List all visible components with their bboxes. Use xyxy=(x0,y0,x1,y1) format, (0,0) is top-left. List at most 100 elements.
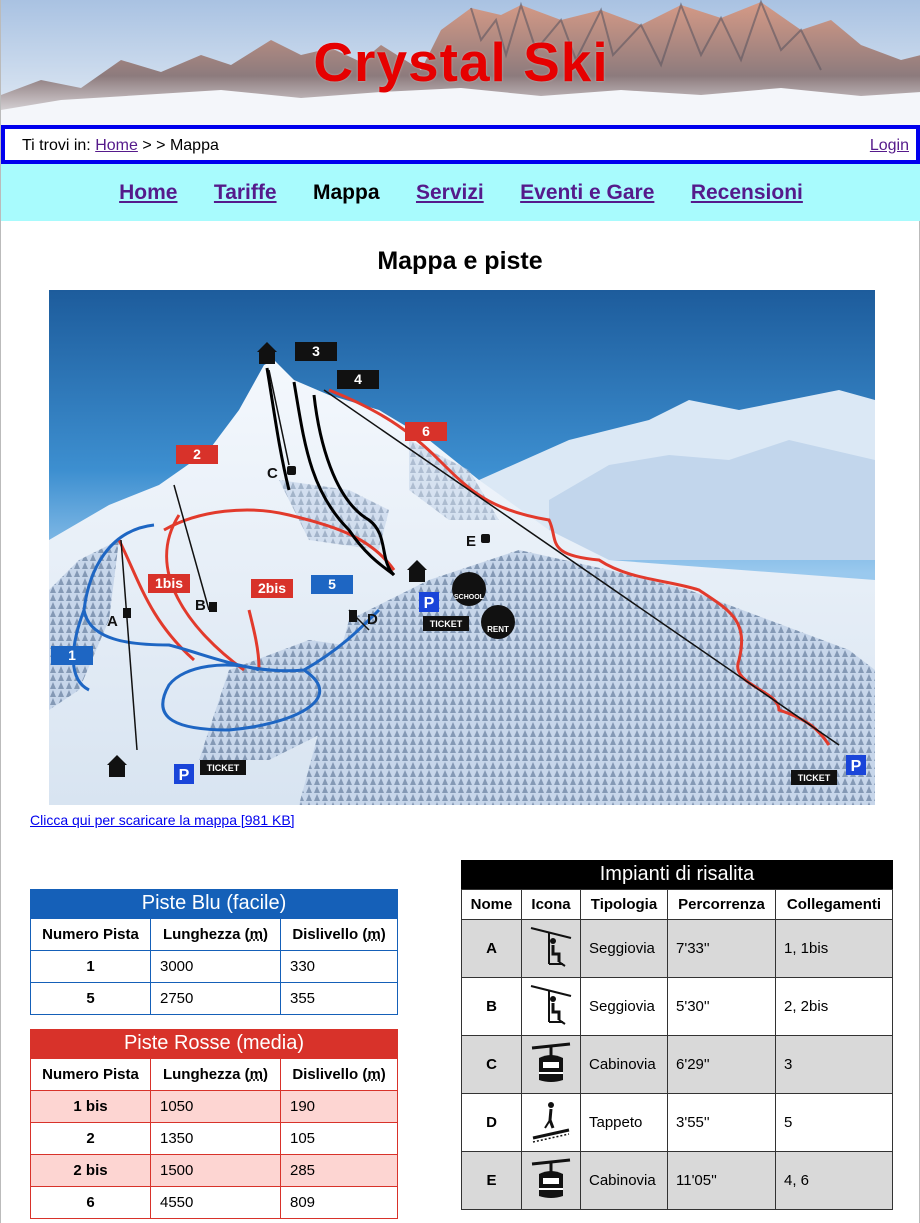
map-label-piste-1bis: 1bis xyxy=(155,575,183,591)
svg-text:TICKET: TICKET xyxy=(207,763,240,773)
piste-length: 3000 xyxy=(150,950,281,983)
breadcrumb-prefix: Ti trovi in: xyxy=(22,137,91,154)
nav-item-recensioni[interactable]: Recensioni xyxy=(691,181,803,205)
column-header-elevation: Dislivello (m) xyxy=(280,1058,398,1091)
lift-type: Tappeto xyxy=(580,1093,668,1152)
column-header-number: Numero Pista xyxy=(30,1058,151,1091)
table-header-row: Numero Pista Lunghezza (m) Dislivello (m… xyxy=(30,1058,398,1091)
lift-duration: 7'33'' xyxy=(667,919,776,978)
column-header-icon: Icona xyxy=(521,889,581,920)
lift-duration: 6'29'' xyxy=(667,1035,776,1094)
map-label-lift-b: B xyxy=(195,597,206,614)
piste-elevation: 330 xyxy=(280,950,398,983)
piste-number: 2 bis xyxy=(30,1154,151,1187)
svg-text:RENT: RENT xyxy=(487,625,509,634)
conveyor-icon xyxy=(532,1101,570,1143)
school-icon: SCHOOL xyxy=(452,572,486,606)
main-nav: Home Tariffe Mappa Servizi Eventi e Gare… xyxy=(1,164,920,221)
map-label-piste-2: 2 xyxy=(193,446,201,462)
chairlift-icon xyxy=(530,984,572,1025)
red-pistes-table: Piste Rosse (media) Numero Pista Lunghez… xyxy=(30,1029,398,1219)
lift-connections: 1, 1bis xyxy=(775,919,893,978)
download-map-link[interactable]: Clicca qui per scaricare la mappa [981 K… xyxy=(30,812,295,828)
lifts-caption: Impianti di risalita xyxy=(461,860,893,889)
blue-pistes-caption: Piste Blu (facile) xyxy=(30,889,398,918)
column-header-duration: Percorrenza xyxy=(667,889,776,920)
header-banner: Crystal Ski xyxy=(1,0,920,125)
map-label-lift-e: E xyxy=(466,533,476,550)
red-pistes-caption: Piste Rosse (media) xyxy=(30,1029,398,1058)
nav-item-servizi[interactable]: Servizi xyxy=(416,181,484,205)
piste-number: 6 xyxy=(30,1186,151,1219)
lift-connections: 4, 6 xyxy=(775,1151,893,1210)
table-row: 1 bis 1050 190 xyxy=(30,1090,398,1123)
table-row: B Seggiovia 5'30'' 2, 2bis xyxy=(461,977,893,1036)
lift-name: E xyxy=(461,1151,522,1210)
column-header-name: Nome xyxy=(461,889,522,920)
breadcrumb-bar: Ti trovi in: Home > > Mappa Login xyxy=(1,125,920,164)
piste-length: 1500 xyxy=(150,1154,281,1187)
piste-number: 1 bis xyxy=(30,1090,151,1123)
lift-type: Seggiovia xyxy=(580,977,668,1036)
lifts-table: Impianti di risalita Nome Icona Tipologi… xyxy=(461,860,893,1210)
svg-text:P: P xyxy=(424,595,435,612)
breadcrumb-current: Mappa xyxy=(169,137,219,154)
lift-type: Seggiovia xyxy=(580,919,668,978)
svg-text:SCHOOL: SCHOOL xyxy=(454,594,485,601)
login-link[interactable]: Login xyxy=(870,137,909,155)
svg-text:P: P xyxy=(851,758,862,775)
svg-text:TICKET: TICKET xyxy=(798,773,831,783)
chairlift-icon xyxy=(530,926,572,967)
map-label-piste-2bis: 2bis xyxy=(258,580,286,596)
breadcrumb: Ti trovi in: Home > > Mappa xyxy=(22,137,219,155)
table-row: D Tappeto 3'55'' 5 xyxy=(461,1093,893,1152)
lift-connections: 5 xyxy=(775,1093,893,1152)
lift-name: C xyxy=(461,1035,522,1094)
map-label-piste-1: 1 xyxy=(68,647,76,663)
lift-type: Cabinovia xyxy=(580,1151,668,1210)
nav-item-home[interactable]: Home xyxy=(119,181,177,205)
piste-length: 1050 xyxy=(150,1090,281,1123)
table-header-row: Numero Pista Lunghezza (m) Dislivello (m… xyxy=(30,918,398,951)
lift-connections: 2, 2bis xyxy=(775,977,893,1036)
gondola-icon xyxy=(531,1042,571,1082)
piste-length: 4550 xyxy=(150,1186,281,1219)
table-row: 2 bis 1500 285 xyxy=(30,1154,398,1187)
svg-text:P: P xyxy=(179,767,190,784)
piste-elevation: 809 xyxy=(280,1186,398,1219)
site-logo-title: Crystal Ski xyxy=(313,31,609,93)
column-header-length: Lunghezza (m) xyxy=(150,1058,281,1091)
map-label-piste-6: 6 xyxy=(422,423,430,439)
map-label-lift-c: C xyxy=(267,465,278,482)
map-label-lift-d: D xyxy=(367,611,378,628)
piste-elevation: 355 xyxy=(280,982,398,1015)
breadcrumb-home-link[interactable]: Home xyxy=(95,137,138,154)
lift-name: D xyxy=(461,1093,522,1152)
blue-pistes-table: Piste Blu (facile) Numero Pista Lunghezz… xyxy=(30,889,398,1015)
map-label-piste-3: 3 xyxy=(312,343,320,359)
rent-icon: RENT xyxy=(481,605,515,639)
piste-elevation: 105 xyxy=(280,1122,398,1155)
piste-number: 1 xyxy=(30,950,151,983)
ski-map-image: 3 4 6 2 1bis 2bis 5 1 A B C D E P P P TI… xyxy=(49,290,875,805)
lift-type: Cabinovia xyxy=(580,1035,668,1094)
table-row: 5 2750 355 xyxy=(30,982,398,1015)
nav-item-mappa: Mappa xyxy=(313,181,380,204)
piste-length: 2750 xyxy=(150,982,281,1015)
nav-item-eventi-e-gare[interactable]: Eventi e Gare xyxy=(520,181,654,205)
piste-length: 1350 xyxy=(150,1122,281,1155)
piste-number: 5 xyxy=(30,982,151,1015)
column-header-elevation: Dislivello (m) xyxy=(280,918,398,951)
nav-item-tariffe[interactable]: Tariffe xyxy=(214,181,277,205)
map-label-lift-a: A xyxy=(107,613,118,630)
lift-connections: 3 xyxy=(775,1035,893,1094)
table-row: 6 4550 809 xyxy=(30,1186,398,1219)
gondola-icon xyxy=(531,1158,571,1198)
piste-number: 2 xyxy=(30,1122,151,1155)
ski-map: 3 4 6 2 1bis 2bis 5 1 A B C D E P P P TI… xyxy=(49,290,875,805)
map-label-piste-4: 4 xyxy=(354,371,362,387)
lift-duration: 3'55'' xyxy=(667,1093,776,1152)
svg-text:TICKET: TICKET xyxy=(430,619,463,629)
lift-name: A xyxy=(461,919,522,978)
map-label-piste-5: 5 xyxy=(328,576,336,592)
